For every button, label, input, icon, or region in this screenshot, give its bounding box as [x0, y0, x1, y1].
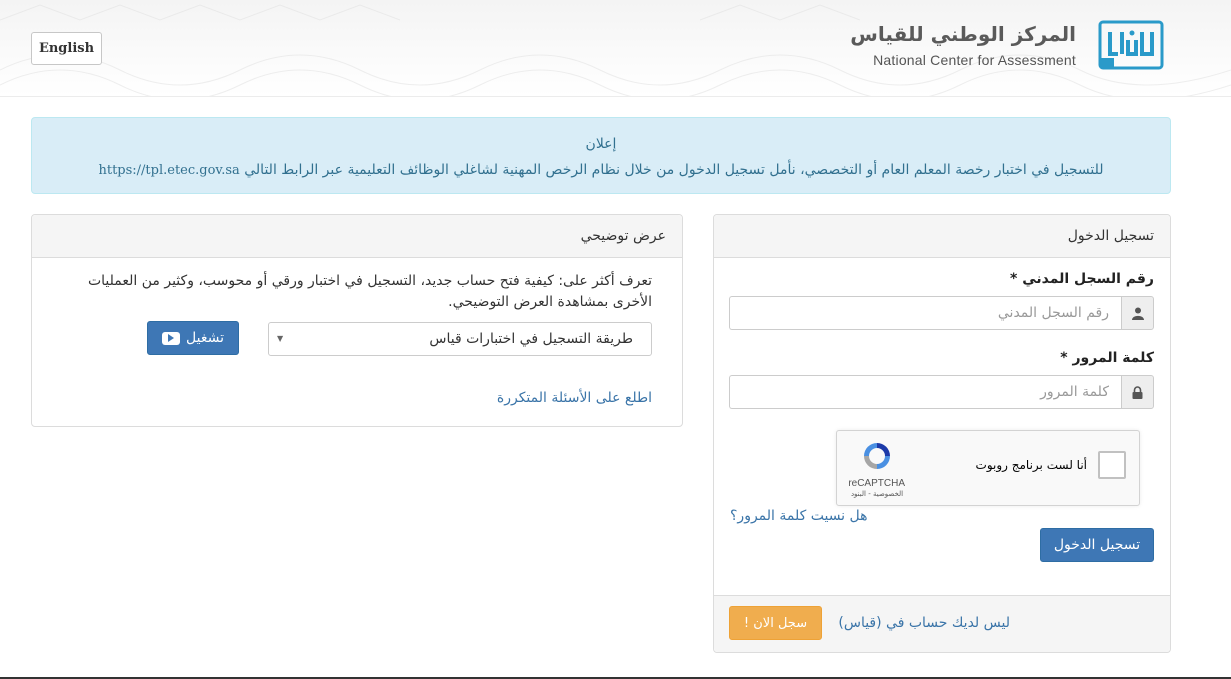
announcement-text: للتسجيل في اختبار رخصة المعلم العام أو ا…	[244, 162, 1104, 178]
youtube-icon	[162, 331, 181, 345]
recaptcha-icon	[864, 443, 890, 469]
register-now-button[interactable]: سجل الان !	[729, 606, 822, 640]
demo-video-select-value: طريقة التسجيل في اختبارات قياس	[429, 331, 633, 347]
password-input[interactable]	[729, 375, 1121, 409]
play-button[interactable]: تشغيل	[147, 321, 239, 355]
announcement-title: إعلان	[585, 136, 617, 152]
lock-icon	[1121, 375, 1154, 409]
no-account-text: ليس لديك حساب في (قياس)	[838, 615, 1010, 631]
recaptcha-label: أنا لست برنامج روبوت	[975, 458, 1087, 472]
national-id-input[interactable]	[729, 296, 1121, 330]
announcement-alert: إعلان للتسجيل في اختبار رخصة المعلم العا…	[31, 117, 1171, 194]
announcement-link[interactable]: https://tpl.etec.gov.sa	[98, 163, 239, 178]
national-id-label: رقم السجل المدني *	[1010, 271, 1154, 287]
demo-panel: عرض توضيحي تعرف أكثر على: كيفية فتح حساب…	[31, 214, 683, 427]
forgot-password-link[interactable]: هل نسيت كلمة المرور؟	[730, 508, 868, 524]
play-button-label: تشغيل	[186, 330, 224, 346]
demo-video-select[interactable]: طريقة التسجيل في اختبارات قياس ▼	[268, 322, 652, 356]
demo-panel-heading: عرض توضيحي	[32, 215, 682, 258]
qiyas-logo-icon	[1096, 20, 1164, 70]
recaptcha-checkbox[interactable]	[1098, 451, 1126, 479]
brand-name-english: National Center for Assessment	[873, 52, 1076, 68]
password-label: كلمة المرور *	[1060, 350, 1154, 366]
recaptcha-logo: reCAPTCHA الخصوصية - البنود	[848, 440, 905, 498]
login-panel-heading: تسجيل الدخول	[714, 215, 1170, 258]
login-button[interactable]: تسجيل الدخول	[1040, 528, 1154, 562]
demo-description: تعرف أكثر على: كيفية فتح حساب جديد، التس…	[87, 273, 652, 310]
recaptcha-brand: reCAPTCHA	[848, 478, 905, 489]
site-header: English المركز الوطني للقياس National Ce…	[0, 0, 1231, 97]
recaptcha-privacy-links[interactable]: الخصوصية - البنود	[849, 490, 905, 498]
brand-logo[interactable]: المركز الوطني للقياس National Center for…	[850, 20, 1164, 70]
national-id-group	[729, 296, 1154, 330]
login-panel: تسجيل الدخول رقم السجل المدني * كلمة الم…	[713, 214, 1171, 653]
chevron-down-icon: ▼	[277, 334, 284, 343]
user-icon	[1121, 296, 1154, 330]
language-toggle-button[interactable]: English	[31, 32, 102, 65]
recaptcha-widget: أنا لست برنامج روبوت reCAPTCHA الخصوصية …	[836, 430, 1140, 506]
password-group	[729, 375, 1154, 409]
faq-link[interactable]: اطلع على الأسئلة المتكررة	[497, 390, 652, 406]
login-panel-footer: ليس لديك حساب في (قياس) سجل الان !	[714, 595, 1170, 652]
brand-name-arabic: المركز الوطني للقياس	[850, 22, 1076, 46]
